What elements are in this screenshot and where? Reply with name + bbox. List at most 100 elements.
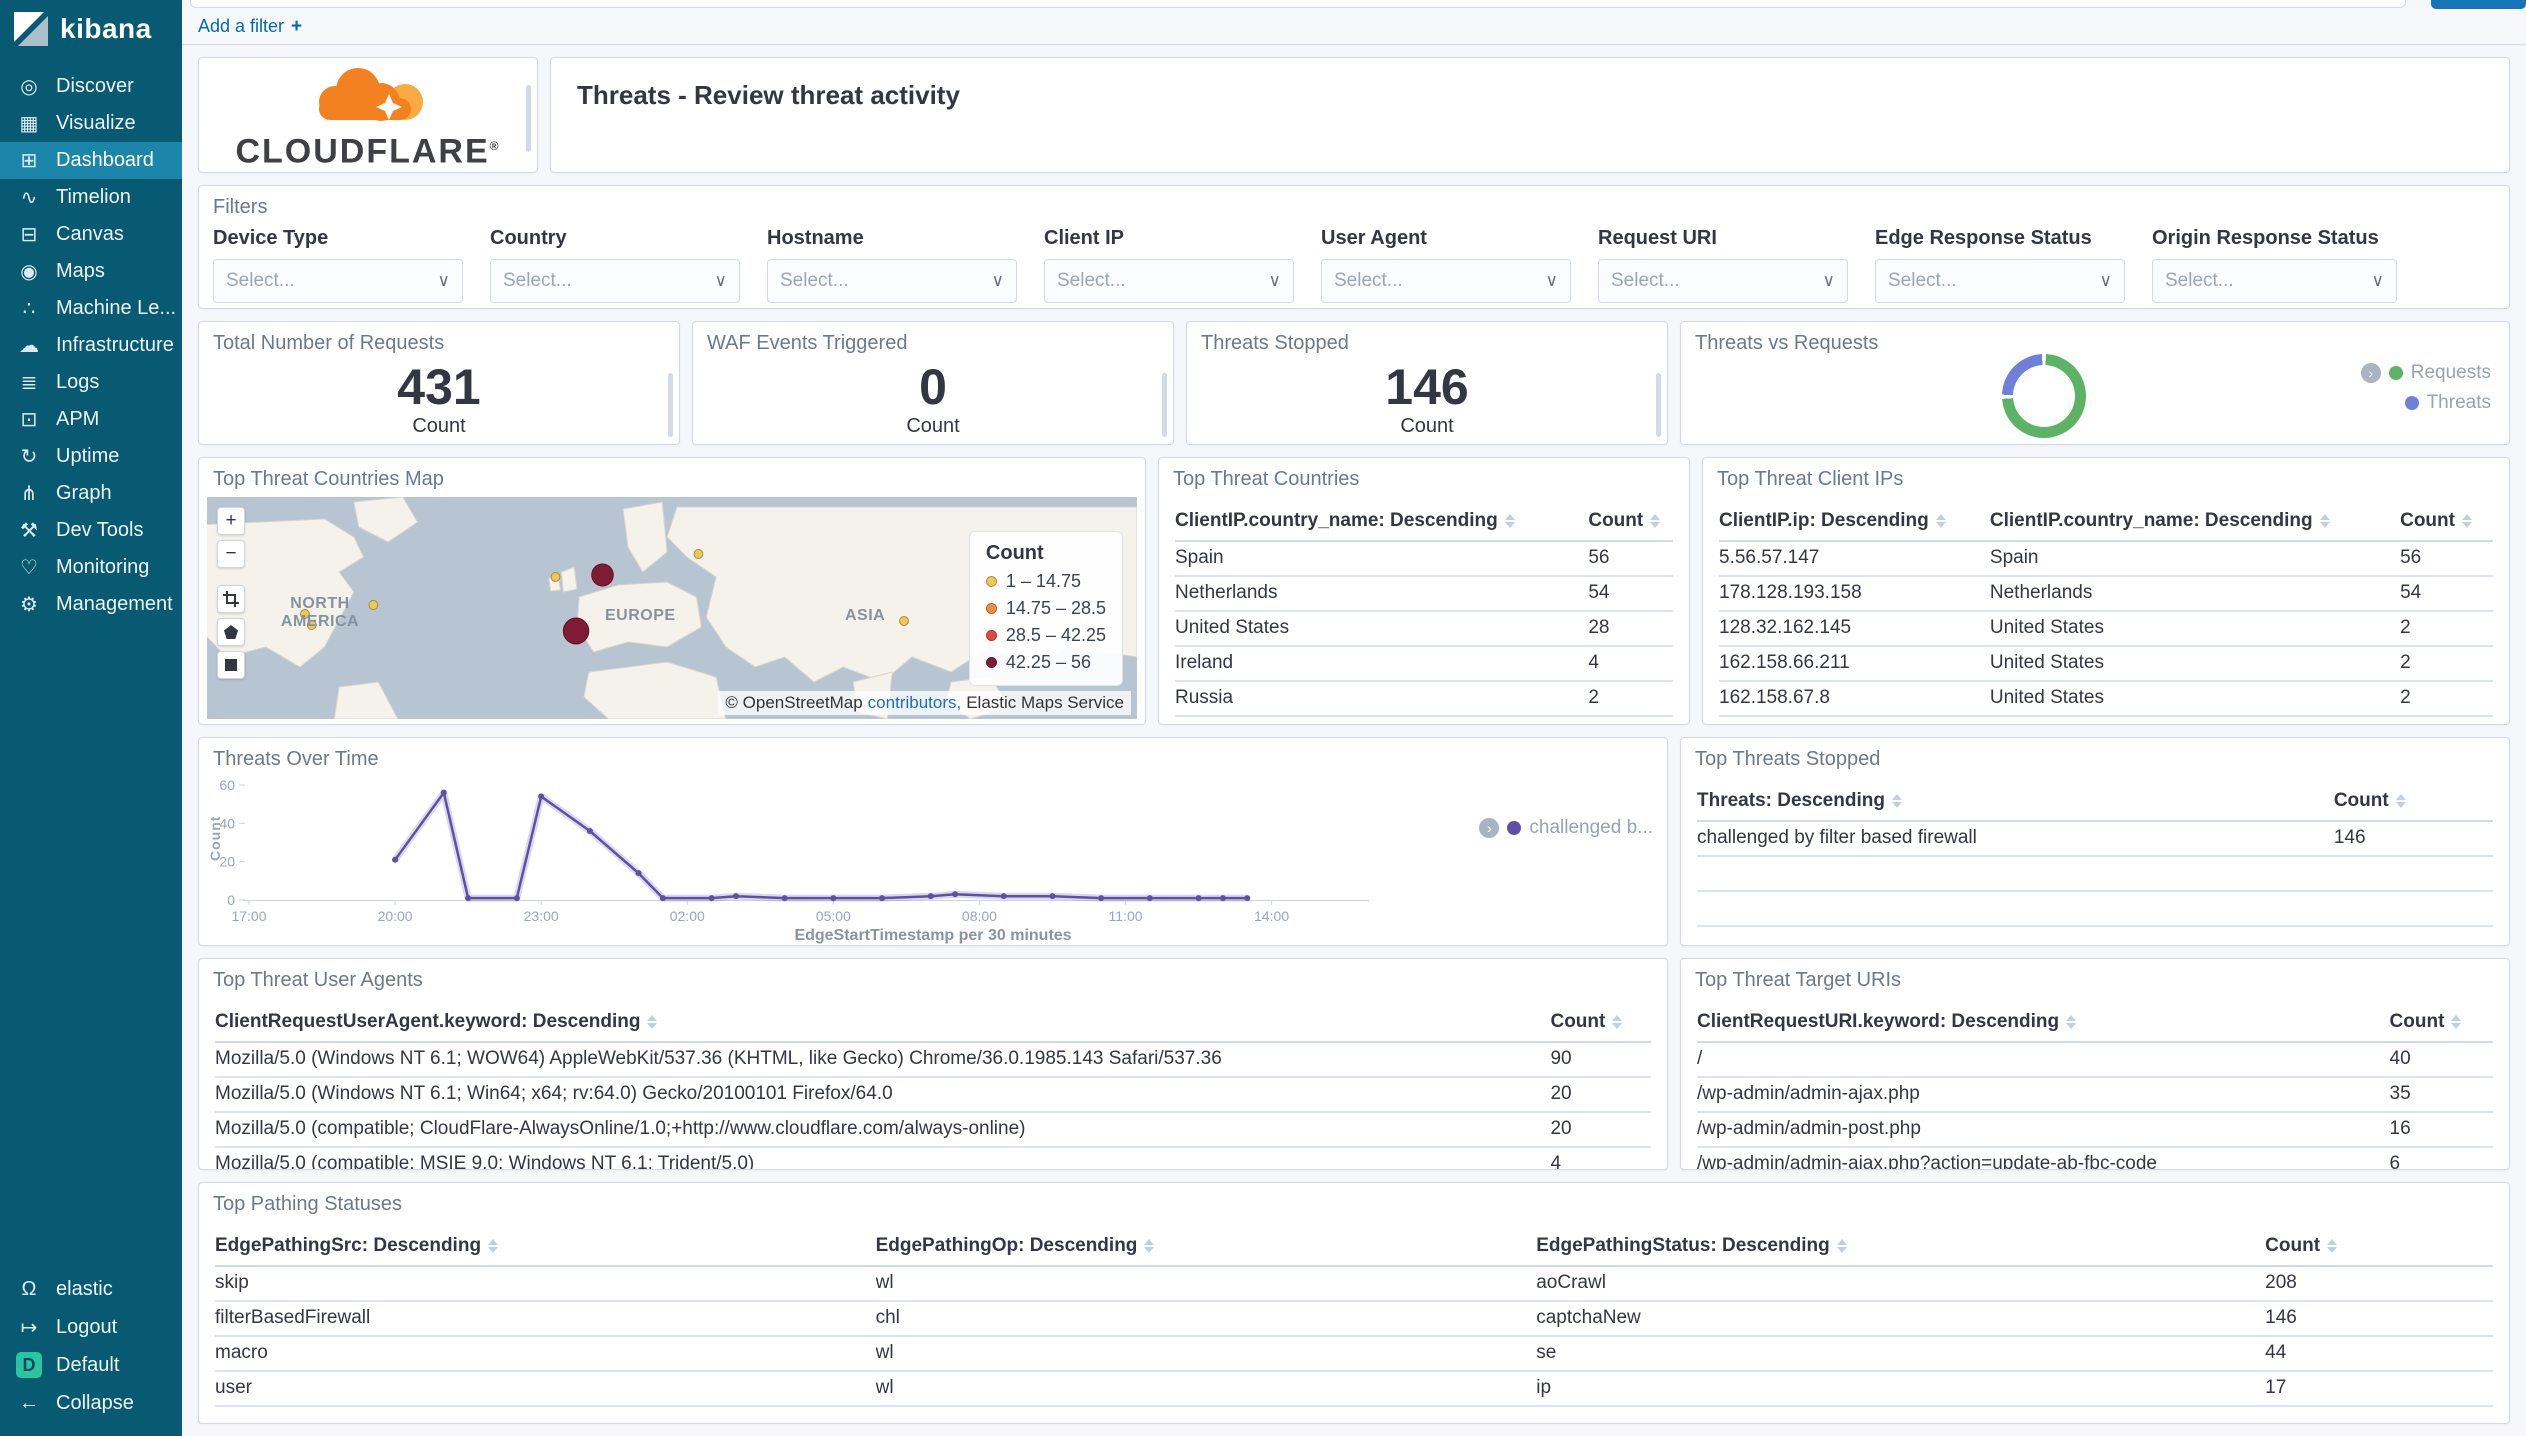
map-bubble[interactable] — [693, 548, 704, 559]
legend-expand-icon[interactable]: › — [2360, 363, 2381, 384]
map-bubble[interactable] — [550, 571, 561, 582]
update-button-fragment[interactable] — [2431, 0, 2526, 9]
column-header[interactable]: Count — [2265, 1235, 2493, 1257]
sort-icon[interactable] — [2327, 1239, 2337, 1253]
sort-icon[interactable] — [1936, 514, 1946, 528]
table-cell: chl — [875, 1307, 900, 1329]
sidebar-item-dashboard[interactable]: ⊞ Dashboard — [0, 142, 182, 179]
table-row: filterBasedFirewall chl captchaNew 146 — [215, 1302, 2493, 1337]
table-cell: /wp-admin/admin-ajax.php?action=update-a… — [1697, 1153, 2157, 1170]
sidebar-item-apm[interactable]: ⊡ APM — [0, 401, 182, 438]
sidebar-item-collapse[interactable]: ← Collapse — [0, 1384, 182, 1422]
sidebar-item-monitoring[interactable]: ♡ Monitoring — [0, 549, 182, 586]
world-map[interactable]: NORTH AMERICA EUROPE ASIA + − Count 1 – … — [207, 496, 1137, 719]
add-filter-link[interactable]: Add a filter — [198, 16, 284, 37]
legend-item-threats[interactable]: Threats — [2404, 392, 2491, 414]
zoom-in-button[interactable]: + — [217, 506, 245, 535]
sort-icon[interactable] — [2462, 514, 2472, 528]
column-header[interactable]: Threats: Descending — [1697, 790, 2334, 812]
sidebar-item-infrastructure[interactable]: ☁ Infrastructure — [0, 327, 182, 364]
column-header[interactable]: ClientIP.country_name: Descending — [1175, 510, 1588, 532]
column-header[interactable]: Count — [2400, 510, 2493, 532]
sidebar-item-dev-tools[interactable]: ⚒ Dev Tools — [0, 512, 182, 549]
hostname-select[interactable]: Select... ∨ — [767, 259, 1017, 304]
filter-label: Hostname — [767, 227, 864, 250]
sort-icon[interactable] — [647, 1015, 657, 1029]
scrollbar[interactable] — [1162, 373, 1167, 437]
request-uri-select[interactable]: Select... ∨ — [1598, 259, 1848, 304]
plus-icon[interactable]: + — [291, 16, 302, 38]
space-badge: D — [16, 1352, 42, 1378]
sort-icon[interactable] — [2396, 794, 2406, 808]
sidebar-item-logs[interactable]: ≣ Logs — [0, 364, 182, 401]
column-header[interactable]: ClientRequestURI.keyword: Descending — [1697, 1011, 2390, 1033]
scrollbar[interactable] — [526, 85, 531, 152]
top-pathing-statuses-panel: Top Pathing Statuses EdgePathingSrc: Des… — [198, 1181, 2510, 1424]
column-header[interactable]: Count — [2334, 790, 2493, 812]
line-legend-column: › challenged b... — [1452, 775, 1667, 927]
table-cell: ip — [1536, 1377, 1552, 1399]
sort-icon[interactable] — [1650, 514, 1660, 528]
sidebar-item-logout[interactable]: ↦ Logout — [0, 1308, 182, 1346]
column-header[interactable]: EdgePathingOp: Descending — [876, 1235, 1537, 1257]
sidebar-item-machine-learning[interactable]: ∴ Machine Le... — [0, 290, 182, 327]
user-agent-select[interactable]: Select... ∨ — [1321, 259, 1571, 304]
map-bubble[interactable] — [591, 563, 614, 587]
column-header[interactable]: ClientRequestUserAgent.keyword: Descendi… — [215, 1011, 1550, 1033]
origin-response-status-select[interactable]: Select... ∨ — [2152, 259, 2397, 304]
column-header[interactable]: EdgePathingStatus: Descending — [1536, 1235, 2265, 1257]
sort-icon[interactable] — [1837, 1239, 1847, 1253]
sort-icon[interactable] — [2451, 1015, 2461, 1029]
sidebar-item-canvas[interactable]: ⊟ Canvas — [0, 216, 182, 253]
threats-over-time-chart[interactable]: Count 0 20 40 60 17:00 20:00 23:00 02:00 05:00 08… — [199, 775, 1452, 927]
scrollbar[interactable] — [668, 373, 673, 437]
openstreetmap-link[interactable]: contributors, — [868, 693, 962, 713]
column-header[interactable]: ClientIP.ip: Descending — [1719, 510, 1990, 532]
sidebar-item-maps[interactable]: ◉ Maps — [0, 253, 182, 290]
sidebar-item-timelion[interactable]: ∿ Timelion — [0, 179, 182, 216]
polygon-tool-button[interactable] — [217, 617, 245, 646]
line-chart-svg[interactable]: 020406017:00 20:00 23:00 02:00 05:00 08:00 11:… — [199, 775, 1379, 927]
sort-icon[interactable] — [1612, 1015, 1622, 1029]
top-threat-countries-table: ClientIP.country_name: Descending Count Sp… — [1159, 495, 1689, 717]
legend-expand-icon[interactable]: › — [1479, 817, 1500, 838]
map-bubble[interactable] — [562, 617, 590, 645]
sidebar-item-management[interactable]: ⚙ Management — [0, 586, 182, 623]
sidebar-item-space-default[interactable]: D Default — [0, 1346, 182, 1384]
sidebar-item-elastic-user[interactable]: Ωelastic — [0, 1270, 182, 1308]
client-ip-select[interactable]: Select... ∨ — [1044, 259, 1294, 304]
filter-label: Edge Response Status — [1875, 227, 2092, 250]
rectangle-tool-button[interactable] — [217, 650, 245, 679]
markdown-title-panel: Threats - Review threat activity — [550, 57, 2510, 174]
sort-icon[interactable] — [1505, 514, 1515, 528]
column-header[interactable]: Count — [1550, 1011, 1651, 1033]
map-bubble[interactable] — [368, 599, 379, 610]
sort-icon[interactable] — [488, 1239, 498, 1253]
sidebar-item-visualize[interactable]: ▦ Visualize — [0, 105, 182, 142]
sidebar-item-graph[interactable]: ⋔ Graph — [0, 475, 182, 512]
donut-chart[interactable] — [2002, 354, 2086, 439]
zoom-out-button[interactable]: − — [217, 539, 245, 568]
filter-label: Country — [490, 227, 567, 250]
sidebar-item-uptime[interactable]: ↻ Uptime — [0, 438, 182, 475]
table-row: Mozilla/5.0 (Windows NT 6.1; WOW64) Appl… — [215, 1043, 1651, 1078]
table-cell: 40 — [2389, 1048, 2411, 1070]
scrollbar[interactable] — [1656, 373, 1661, 437]
legend-item-requests[interactable]: › Requests — [2360, 362, 2491, 384]
column-header[interactable]: ClientIP.country_name: Descending — [1990, 510, 2400, 532]
legend-item-challenged[interactable]: › challenged b... — [1479, 817, 1653, 839]
column-header[interactable]: Count — [1588, 510, 1673, 532]
country-select[interactable]: Select... ∨ — [490, 259, 740, 304]
device-type-select[interactable]: Select... ∨ — [213, 259, 463, 304]
sort-icon[interactable] — [1892, 794, 1902, 808]
column-header[interactable]: EdgePathingSrc: Descending — [215, 1235, 876, 1257]
sidebar-item-discover[interactable]: ◎ Discover — [0, 68, 182, 105]
column-header[interactable]: Count — [2390, 1011, 2493, 1033]
crop-tool-button[interactable] — [217, 584, 245, 613]
sort-icon[interactable] — [1144, 1239, 1154, 1253]
sort-icon[interactable] — [2066, 1015, 2076, 1029]
query-input-fragment[interactable] — [190, 0, 2406, 8]
map-bubble[interactable] — [899, 615, 909, 626]
sort-icon[interactable] — [2320, 514, 2330, 528]
edge-response-status-select[interactable]: Select... ∨ — [1875, 259, 2125, 304]
